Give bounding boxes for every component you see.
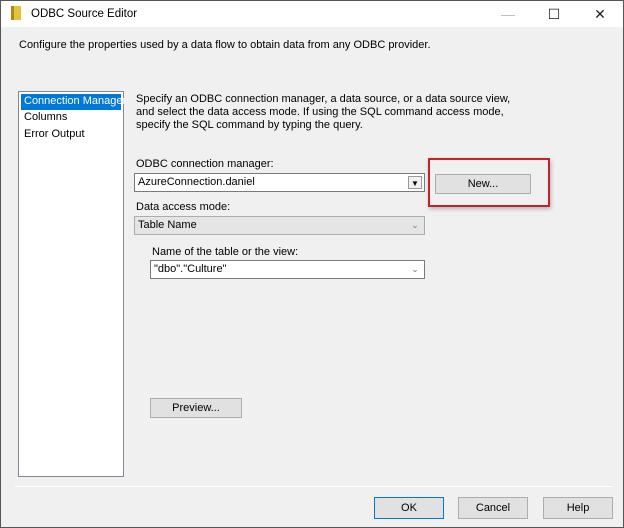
close-icon: ✕	[594, 5, 606, 22]
minimize-button[interactable]: —	[485, 1, 531, 27]
dropdown-arrow-icon[interactable]: ▼	[408, 176, 422, 189]
table-name-value: "dbo"."Culture"	[154, 263, 227, 275]
info-text: Specify an ODBC connection manager, a da…	[136, 93, 511, 131]
connection-manager-label: ODBC connection manager:	[136, 158, 274, 170]
sidebar-item-connection-manager[interactable]: Connection Manager	[21, 94, 126, 110]
odbc-source-editor-dialog: ODBC Source Editor — ☐ ✕ Configure the p…	[0, 0, 624, 528]
dialog-description: Configure the properties used by a data …	[19, 39, 431, 51]
chevron-down-icon: ⌄	[411, 264, 419, 274]
connection-manager-value: AzureConnection.daniel	[138, 176, 255, 188]
page-list: Connection Manager Columns Error Output	[18, 91, 126, 477]
ok-button[interactable]: OK	[374, 497, 444, 519]
maximize-button[interactable]: ☐	[531, 1, 577, 27]
close-button[interactable]: ✕	[577, 1, 623, 27]
access-mode-combo[interactable]: Table Name ⌄	[134, 216, 425, 235]
cancel-button[interactable]: Cancel	[458, 497, 528, 519]
maximize-icon: ☐	[547, 5, 561, 22]
footer-divider	[15, 486, 613, 487]
title-bar: ODBC Source Editor — ☐ ✕	[1, 1, 623, 27]
connection-manager-combo[interactable]: AzureConnection.daniel ▼	[134, 173, 425, 192]
help-button[interactable]: Help	[543, 497, 613, 519]
window-title: ODBC Source Editor	[31, 8, 138, 20]
table-name-combo[interactable]: "dbo"."Culture" ⌄	[150, 260, 425, 279]
access-mode-label: Data access mode:	[136, 201, 231, 213]
sidebar-item-error-output[interactable]: Error Output	[21, 127, 121, 143]
access-mode-value: Table Name	[138, 219, 197, 231]
highlight-box	[428, 158, 550, 207]
table-name-label: Name of the table or the view:	[152, 246, 299, 258]
sidebar-item-columns[interactable]: Columns	[21, 110, 121, 126]
preview-button[interactable]: Preview...	[150, 398, 242, 418]
app-icon	[11, 6, 21, 20]
minimize-icon: —	[501, 6, 515, 22]
chevron-down-icon: ⌄	[411, 220, 419, 230]
